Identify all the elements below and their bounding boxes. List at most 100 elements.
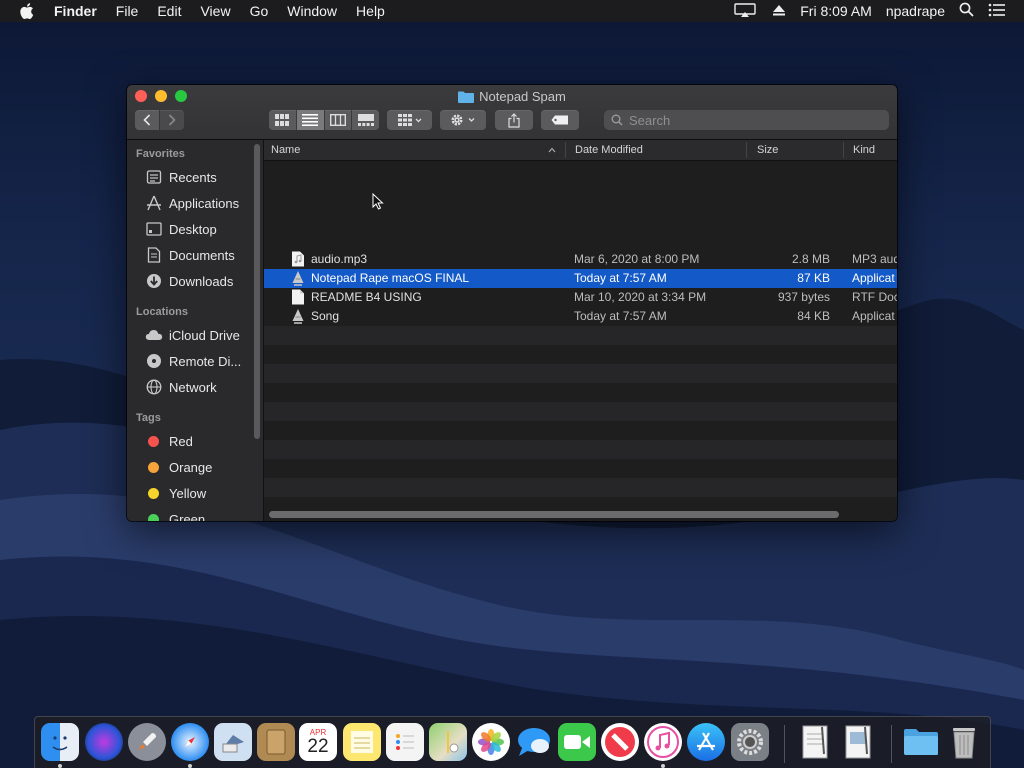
tag-red-dot [148, 435, 159, 447]
column-separator[interactable] [843, 142, 844, 158]
mouse-cursor-icon [372, 193, 384, 210]
preview-dock-icon[interactable] [839, 723, 877, 761]
list-header: Name Date Modified Size Kind [264, 140, 897, 161]
menu-window[interactable]: Window [287, 3, 337, 19]
menu-help[interactable]: Help [356, 3, 385, 19]
menu-go[interactable]: Go [250, 3, 269, 19]
reminders-dock-icon[interactable] [386, 723, 424, 761]
facetime-dock-icon[interactable] [558, 723, 596, 761]
menubar-clock[interactable]: Fri 8:09 AM [800, 3, 872, 19]
sidebar-item-label: Recents [169, 169, 217, 185]
launchpad-dock-icon[interactable] [128, 723, 166, 761]
action-menu-button[interactable] [440, 110, 486, 130]
tag-yellow-dot [148, 487, 159, 499]
file-name: README B4 USING [311, 290, 422, 304]
group-by-button[interactable] [387, 110, 432, 130]
sidebar-item-remote-disc[interactable]: Remote Di... [145, 351, 241, 371]
horizontal-scrollbar[interactable] [269, 511, 839, 518]
sidebar-item-documents[interactable]: Documents [145, 245, 235, 265]
trash-dock-icon[interactable] [945, 723, 983, 761]
file-kind: Applicat [852, 271, 895, 285]
notification-center-icon[interactable] [988, 3, 1006, 20]
system-preferences-dock-icon[interactable] [731, 723, 769, 761]
sidebar-item-recents[interactable]: Recents [145, 167, 217, 187]
maps-dock-icon[interactable] [429, 723, 467, 761]
sidebar-item-applications[interactable]: Applications [145, 193, 239, 213]
documents-icon [145, 246, 163, 264]
share-button[interactable] [495, 110, 533, 130]
column-view-button[interactable] [325, 110, 353, 130]
column-separator[interactable] [746, 142, 747, 158]
downloads-folder-dock-icon[interactable] [902, 723, 940, 761]
spotlight-search-icon[interactable] [959, 2, 974, 20]
running-indicator [58, 764, 62, 768]
photos-dock-icon[interactable] [472, 723, 510, 761]
app-store-dock-icon[interactable] [687, 723, 725, 761]
edit-tags-button[interactable] [541, 110, 579, 130]
dock: APR 22 [34, 716, 991, 768]
finder-dock-icon[interactable] [41, 723, 79, 761]
document-icon [292, 289, 304, 305]
sidebar-item-network[interactable]: Network [145, 377, 217, 397]
downloads-icon [145, 272, 163, 290]
file-date-modified: Mar 10, 2020 at 3:34 PM [574, 290, 707, 304]
sidebar-item-tag-green[interactable]: Green [145, 509, 205, 521]
textedit-dock-icon[interactable] [796, 723, 834, 761]
messages-dock-icon[interactable] [515, 723, 553, 761]
forward-button[interactable] [160, 110, 184, 130]
menu-view[interactable]: View [200, 3, 230, 19]
menu-app-finder[interactable]: Finder [54, 3, 97, 19]
notes-dock-icon[interactable] [343, 723, 381, 761]
sidebar-item-desktop[interactable]: Desktop [145, 219, 217, 239]
sidebar-item-label: Remote Di... [169, 353, 242, 369]
gallery-view-button[interactable] [352, 110, 379, 130]
siri-dock-icon[interactable] [85, 723, 123, 761]
sidebar-item-icloud-drive[interactable]: iCloud Drive [145, 325, 240, 345]
back-button[interactable] [135, 110, 159, 130]
window-title-text: Notepad Spam [479, 89, 566, 104]
gear-icon [451, 114, 475, 126]
column-separator[interactable] [565, 142, 566, 158]
apple-icon[interactable] [20, 3, 36, 19]
safari-dock-icon[interactable] [171, 723, 209, 761]
share-icon [508, 112, 520, 128]
menubar-user[interactable]: npadrape [886, 3, 945, 19]
column-header-name[interactable]: Name [271, 144, 300, 156]
itunes-dock-icon[interactable] [644, 723, 682, 761]
sidebar-scrollbar[interactable] [254, 144, 260, 439]
menu-bar: Finder File Edit View Go Window Help Fri… [0, 0, 1024, 22]
search-field[interactable]: Search [604, 110, 889, 130]
sidebar-item-tag-orange[interactable]: Orange [145, 457, 212, 477]
tag-orange-dot [148, 461, 159, 473]
icon-view-button[interactable] [269, 110, 297, 130]
table-row-selected[interactable]: Notepad Rape macOS FINAL Today at 7:57 A… [264, 269, 897, 288]
column-header-size[interactable]: Size [757, 144, 778, 156]
menu-file[interactable]: File [116, 3, 139, 19]
eject-icon[interactable] [772, 3, 786, 19]
audio-file-icon [292, 251, 304, 267]
sidebar-item-tag-red[interactable]: Red [145, 431, 193, 451]
sidebar-item-tag-yellow[interactable]: Yellow [145, 483, 206, 503]
recents-icon [145, 168, 163, 186]
contacts-dock-icon[interactable] [257, 723, 295, 761]
table-row[interactable]: audio.mp3 Mar 6, 2020 at 8:00 PM 2.8 MB … [264, 250, 897, 269]
column-header-kind[interactable]: Kind [853, 144, 875, 156]
calendar-dock-icon[interactable]: APR 22 [299, 723, 337, 761]
sidebar-item-downloads[interactable]: Downloads [145, 271, 233, 291]
dock-separator [784, 725, 785, 763]
sidebar-item-label: Red [169, 433, 193, 449]
gallery-view-icon [357, 114, 374, 126]
file-date-modified: Today at 7:57 AM [574, 309, 667, 323]
news-dock-icon[interactable] [601, 723, 639, 761]
desktop-icon [145, 220, 163, 238]
column-header-date-modified[interactable]: Date Modified [575, 144, 643, 156]
dock-separator [891, 725, 892, 763]
table-row[interactable]: Song Today at 7:57 AM 84 KB Applicat [264, 307, 897, 326]
file-kind: Applicat [852, 309, 895, 323]
table-row[interactable]: README B4 USING Mar 10, 2020 at 3:34 PM … [264, 288, 897, 307]
menu-edit[interactable]: Edit [157, 3, 181, 19]
file-name: Song [311, 309, 340, 323]
airplay-display-icon[interactable] [734, 2, 758, 20]
list-view-button[interactable] [296, 110, 325, 130]
mail-dock-icon[interactable] [214, 723, 252, 761]
